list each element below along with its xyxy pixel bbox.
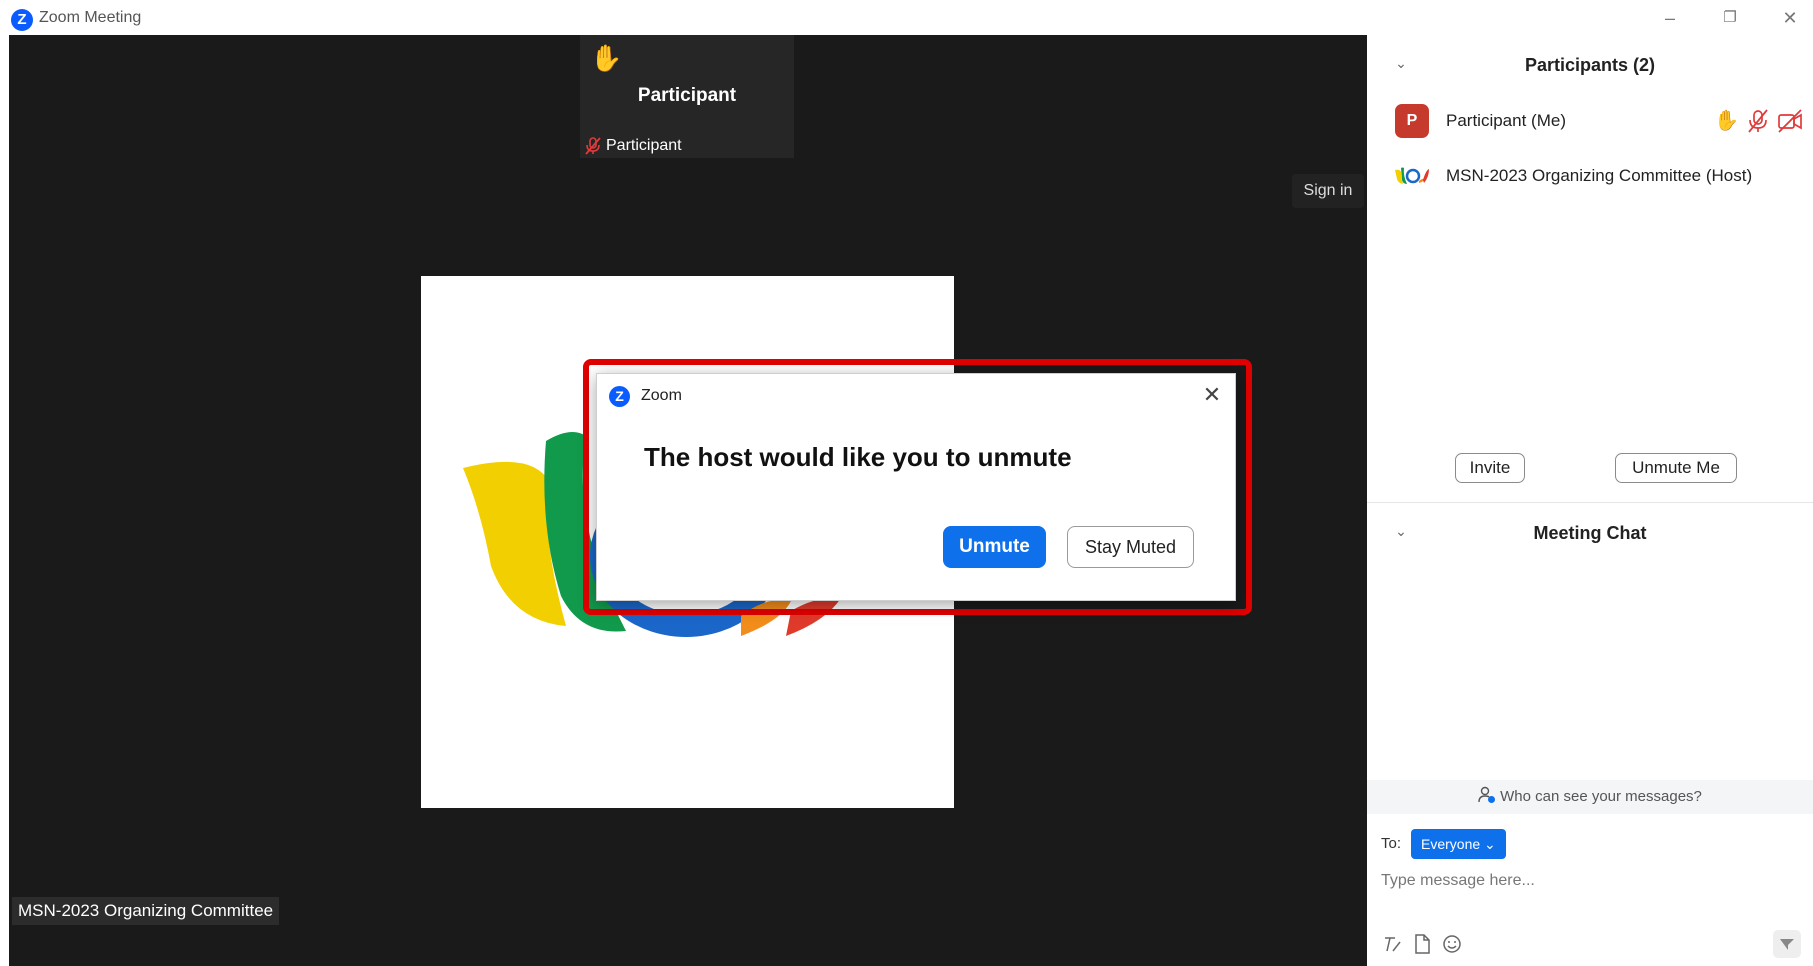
send-icon — [1780, 939, 1794, 950]
tile-participant-name: Participant — [637, 85, 737, 106]
zoom-logo-icon: Z — [11, 9, 33, 31]
message-input[interactable] — [1381, 865, 1781, 897]
close-window-button[interactable]: ✕ — [1773, 5, 1807, 31]
minimize-button[interactable]: – — [1653, 5, 1687, 31]
close-icon[interactable]: ✕ — [1199, 382, 1225, 408]
muted-mic-icon[interactable] — [1745, 108, 1771, 134]
zoom-logo-icon: Z — [609, 386, 630, 407]
send-button[interactable] — [1773, 930, 1801, 958]
person-info-icon — [1478, 786, 1496, 803]
who-can-see-text: Who can see your messages? — [1500, 788, 1702, 805]
participant-row[interactable]: P Participant (Me) ✋ — [1367, 102, 1813, 142]
recipient-dropdown[interactable]: Everyone ⌄ — [1411, 829, 1506, 859]
sign-in-button[interactable]: Sign in — [1292, 174, 1364, 208]
side-panel: ⌄ Participants (2) P Participant (Me) ✋ … — [1367, 35, 1813, 966]
unmute-request-dialog: Z Zoom ✕ The host would like you to unmu… — [596, 373, 1236, 601]
restore-button[interactable]: ❐ — [1713, 5, 1747, 31]
window-title: Zoom Meeting — [39, 9, 142, 26]
participant-name: MSN-2023 Organizing Committee (Host) — [1446, 166, 1753, 185]
video-off-icon[interactable] — [1777, 108, 1803, 134]
organizer-logo-icon — [1395, 167, 1429, 184]
raised-hand-icon: ✋ — [1714, 110, 1739, 132]
file-icon[interactable] — [1411, 933, 1433, 955]
unmute-button[interactable]: Unmute — [943, 526, 1046, 568]
who-can-see-link[interactable]: Who can see your messages? — [1367, 780, 1813, 814]
tile-footer: Participant — [580, 134, 682, 158]
participant-video-tile[interactable]: ✋ Participant Participant — [580, 35, 794, 158]
to-label: To: — [1381, 835, 1402, 852]
unmute-me-button[interactable]: Unmute Me — [1615, 453, 1737, 483]
speaker-name-tag: MSN-2023 Organizing Committee — [12, 897, 280, 925]
raised-hand-icon: ✋ — [590, 43, 623, 73]
format-text-icon[interactable] — [1381, 933, 1403, 955]
recipient-value: Everyone — [1421, 835, 1481, 852]
chat-heading: Meeting Chat — [1533, 523, 1647, 543]
participant-name: Participant (Me) — [1446, 111, 1566, 130]
participants-heading: Participants (2) — [1524, 55, 1656, 75]
participant-row[interactable]: MSN-2023 Organizing Committee (Host) — [1367, 157, 1813, 197]
stay-muted-button[interactable]: Stay Muted — [1067, 526, 1194, 568]
avatar: P — [1395, 104, 1429, 138]
dialog-message: The host would like you to unmute — [644, 442, 1072, 472]
dialog-title: Zoom — [641, 387, 682, 404]
chevron-down-icon: ⌄ — [1484, 835, 1496, 852]
title-bar: Z Zoom Meeting – ❐ ✕ — [0, 0, 1813, 35]
tile-footer-name: Participant — [606, 137, 682, 154]
muted-mic-icon — [585, 137, 601, 155]
panel-divider — [1367, 502, 1813, 503]
invite-button[interactable]: Invite — [1455, 453, 1525, 483]
emoji-icon[interactable] — [1441, 933, 1463, 955]
